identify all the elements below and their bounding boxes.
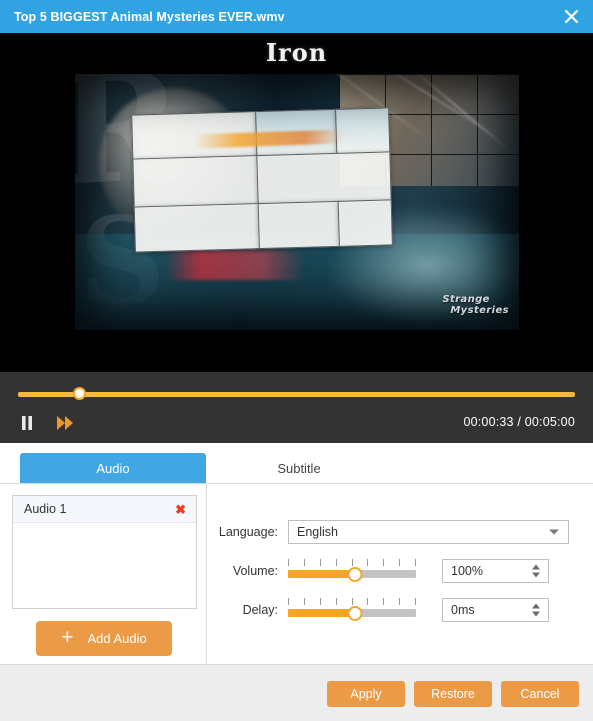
delay-slider[interactable] [288, 598, 416, 622]
video-watermark: Strange Mysteries [442, 294, 509, 316]
cancel-button[interactable]: Cancel [501, 681, 579, 707]
tab-audio[interactable]: Audio [20, 453, 206, 483]
add-audio-button[interactable]: + Add Audio [36, 621, 172, 656]
stepper-down-icon[interactable] [532, 611, 540, 617]
language-label: Language: [218, 525, 278, 539]
close-icon [564, 9, 578, 24]
delay-slider-handle[interactable] [347, 606, 363, 621]
volume-slider-fill [288, 570, 355, 578]
volume-slider-ticks [288, 559, 416, 567]
video-heading: Iron [265, 38, 328, 67]
tab-bar: Audio Subtitle [0, 443, 593, 484]
watermark-line-1: Strange [442, 294, 490, 305]
video-vignette [75, 74, 519, 330]
seek-handle[interactable] [72, 387, 86, 400]
audio-track-list[interactable]: Audio 1 ✖ [12, 495, 197, 609]
pause-icon [22, 416, 32, 430]
plus-icon: + [61, 626, 74, 649]
apply-button[interactable]: Apply [327, 681, 405, 707]
stepper-up-icon[interactable] [532, 564, 540, 570]
volume-stepper[interactable] [532, 564, 540, 578]
pause-button[interactable] [16, 412, 38, 434]
audio-settings-form: Language: English Volume: 100% Delay: 0m… [208, 484, 593, 664]
seek-bar[interactable] [18, 387, 575, 400]
transport-controls [16, 412, 76, 434]
audio-track-pane: Audio 1 ✖ + Add Audio [0, 484, 207, 664]
delay-label: Delay: [242, 603, 278, 617]
volume-label: Volume: [232, 564, 278, 578]
stepper-up-icon[interactable] [532, 603, 540, 609]
delay-row: Delay: 0ms [208, 598, 549, 622]
chevron-down-icon [549, 529, 559, 535]
volume-spinner[interactable]: 100% [442, 559, 549, 583]
remove-audio-icon[interactable]: ✖ [175, 503, 186, 516]
fast-forward-icon [57, 416, 73, 430]
settings-content: Audio 1 ✖ + Add Audio Language: English … [0, 484, 593, 664]
volume-row: Volume: 100% [208, 559, 549, 583]
delay-value: 0ms [451, 603, 475, 617]
volume-slider[interactable] [288, 559, 416, 583]
watermark-line-2: Mysteries [450, 305, 509, 316]
delay-stepper[interactable] [532, 603, 540, 617]
volume-slider-handle[interactable] [347, 567, 363, 582]
close-button[interactable] [549, 0, 593, 33]
language-row: Language: English [208, 520, 569, 544]
stepper-down-icon[interactable] [532, 572, 540, 578]
audio-settings-window: Top 5 BIGGEST Animal Mysteries EVER.wmv … [0, 0, 593, 721]
audio-track-label: Audio 1 [24, 502, 67, 516]
dialog-footer: Apply Restore Cancel [0, 664, 593, 721]
language-value: English [297, 525, 338, 539]
video-preview-area[interactable]: Iron R S [0, 33, 593, 372]
add-audio-label: Add Audio [87, 631, 147, 646]
player-control-bar: 00:00:33 / 00:05:00 [0, 372, 593, 444]
seek-track[interactable] [18, 392, 575, 397]
language-select[interactable]: English [288, 520, 569, 544]
delay-slider-fill [288, 609, 355, 617]
title-bar: Top 5 BIGGEST Animal Mysteries EVER.wmv [0, 0, 593, 33]
window-title: Top 5 BIGGEST Animal Mysteries EVER.wmv [14, 9, 285, 24]
volume-value: 100% [451, 564, 483, 578]
restore-button[interactable]: Restore [414, 681, 492, 707]
tab-subtitle[interactable]: Subtitle [206, 453, 392, 483]
video-frame: R S Strange Mys [75, 74, 519, 330]
delay-slider-ticks [288, 598, 416, 606]
fast-forward-button[interactable] [54, 412, 76, 434]
timecode-display: 00:00:33 / 00:05:00 [463, 415, 575, 429]
list-item[interactable]: Audio 1 ✖ [13, 496, 196, 523]
delay-spinner[interactable]: 0ms [442, 598, 549, 622]
